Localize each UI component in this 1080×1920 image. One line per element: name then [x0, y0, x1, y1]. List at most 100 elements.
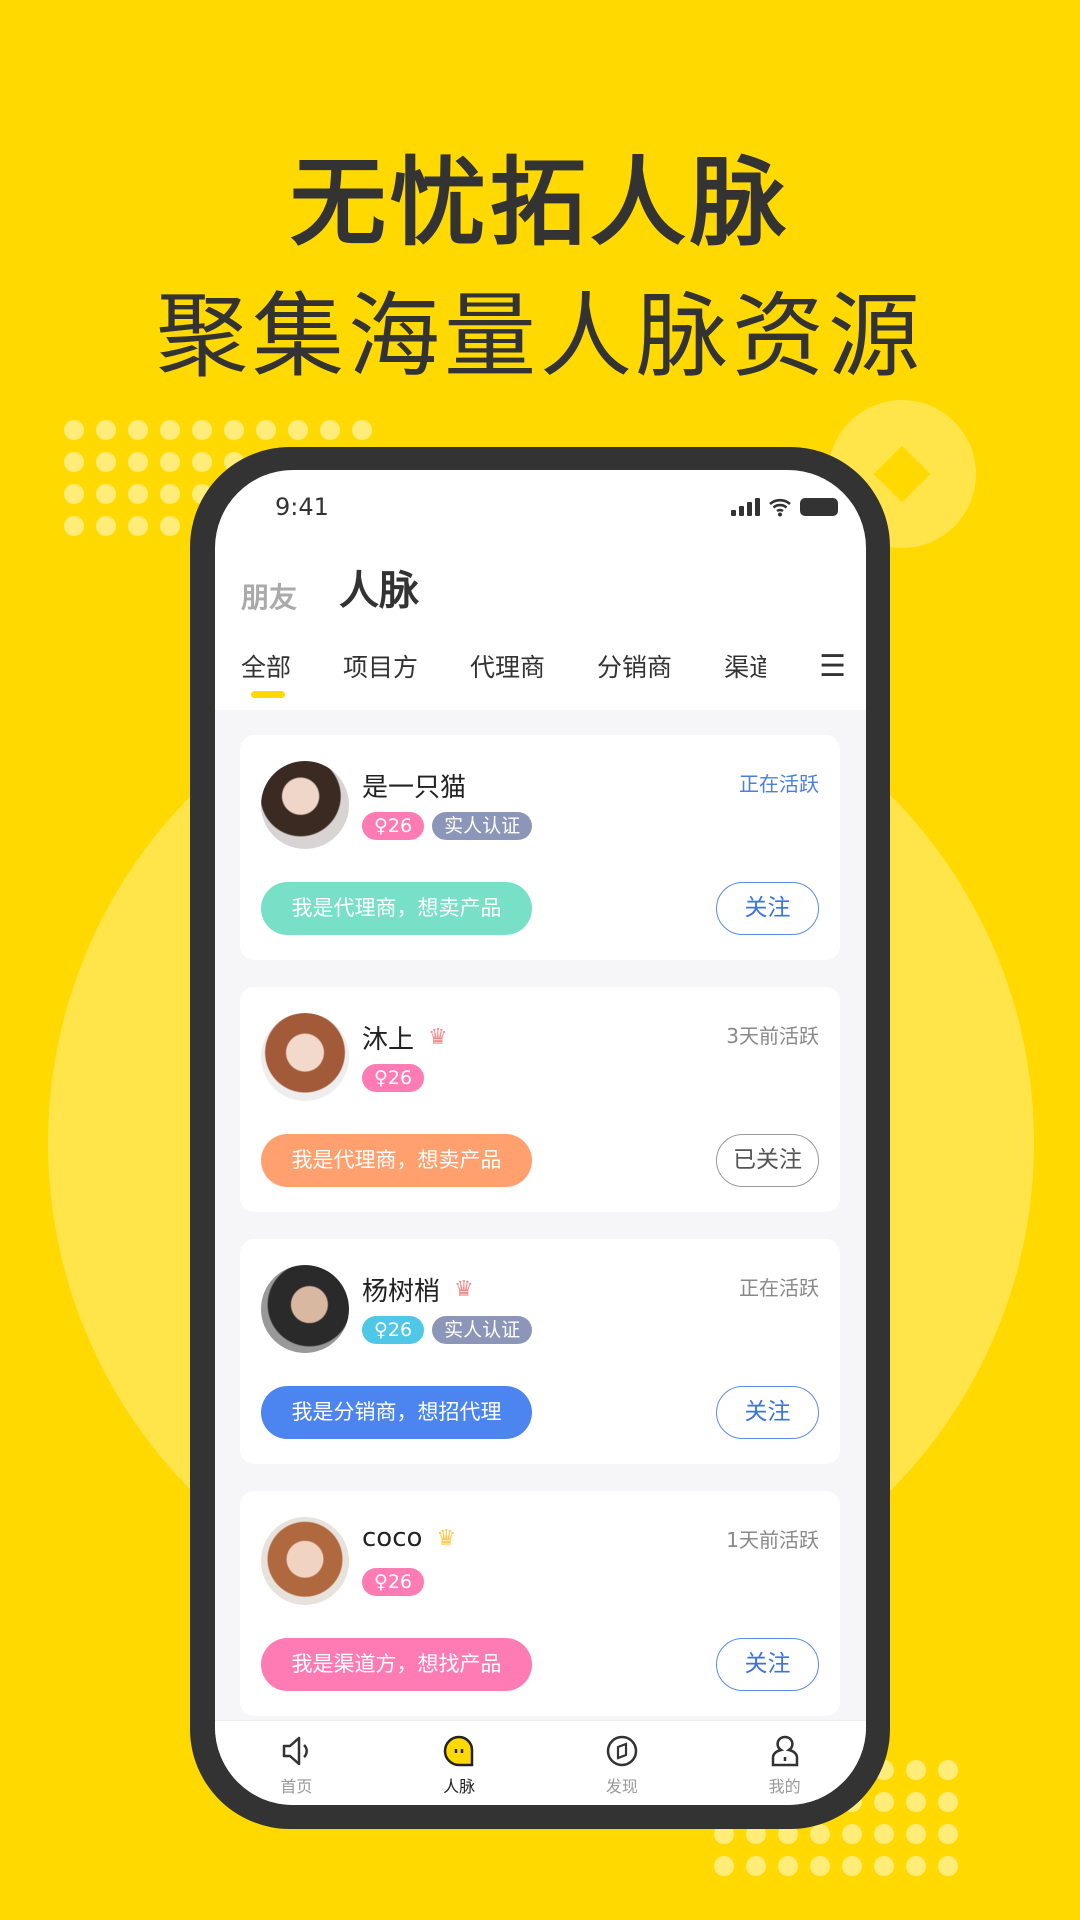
- decor-dot: [160, 420, 180, 440]
- contact-name: 杨树梢: [362, 1277, 441, 1307]
- status-time: 9:41: [275, 493, 329, 521]
- contact-name: coco: [362, 1523, 423, 1553]
- decor-dot: [256, 420, 276, 440]
- nav-contacts[interactable]: 人脉: [378, 1721, 541, 1805]
- follow-button[interactable]: 已关注: [716, 1134, 819, 1187]
- verified-badge: 实人认证: [432, 812, 533, 840]
- contact-card[interactable]: coco ♛ ♀26 1天前活跃 我是渠道方，想找产品 关注: [240, 1491, 840, 1716]
- decor-dot: [96, 420, 116, 440]
- age-badge: ♀26: [362, 812, 425, 840]
- activity-status: 3天前活跃: [726, 1024, 819, 1048]
- decor-dot: [938, 1824, 958, 1844]
- tab-all[interactable]: 全部: [241, 648, 291, 698]
- activity-status: 1天前活跃: [726, 1528, 819, 1552]
- follow-button[interactable]: 关注: [716, 1386, 819, 1439]
- decor-dot: [96, 452, 116, 472]
- decor-dot: [906, 1792, 926, 1812]
- activity-status: 正在活跃: [739, 1276, 819, 1300]
- decor-dot: [842, 1824, 862, 1844]
- contact-name: 是一只猫: [362, 773, 467, 803]
- follow-button[interactable]: 关注: [716, 1638, 819, 1691]
- decor-dot: [160, 516, 180, 536]
- decor-dot: [160, 484, 180, 504]
- crown-icon: ♛: [454, 1277, 474, 1302]
- decor-dot: [810, 1856, 830, 1876]
- status-bar: 9:41: [275, 492, 838, 522]
- speaker-icon: [283, 1736, 309, 1766]
- avatar[interactable]: [261, 1265, 349, 1353]
- wifi-icon: [769, 498, 791, 517]
- decor-dot: [810, 1824, 830, 1844]
- tab-contacts[interactable]: 人脉: [339, 558, 419, 616]
- decor-dot: [128, 516, 148, 536]
- battery-icon: [800, 498, 838, 516]
- follow-button[interactable]: 关注: [716, 882, 819, 935]
- decor-dot: [906, 1760, 926, 1780]
- tab-agent[interactable]: 代理商: [470, 648, 545, 684]
- contact-card[interactable]: 沐上 ♛ ♀26 3天前活跃 我是代理商，想卖产品 已关注: [240, 987, 840, 1212]
- contact-list: 是一只猫 ♀26 实人认证 正在活跃 我是代理商，想卖产品 关注 沐上 ♛ ♀26 …: [215, 710, 866, 1720]
- tab-friends[interactable]: 朋友: [241, 576, 297, 616]
- decor-dot: [64, 420, 84, 440]
- decor-dot: [938, 1792, 958, 1812]
- menu-icon[interactable]: ☰: [819, 649, 846, 684]
- decor-dot: [352, 420, 372, 440]
- tab-distributor[interactable]: 分销商: [597, 648, 672, 684]
- decor-dot: [938, 1856, 958, 1876]
- decor-dot: [128, 420, 148, 440]
- compass-icon: [606, 1735, 638, 1767]
- avatar[interactable]: [261, 1013, 349, 1101]
- headline-title: 无忧拓人脉: [290, 147, 790, 259]
- avatar[interactable]: [261, 761, 349, 849]
- age-badge: ♀26: [362, 1064, 425, 1092]
- category-tabs: 全部 项目方 代理商 分销商 渠道 ☰: [241, 648, 846, 698]
- contact-card[interactable]: 杨树梢 ♛ ♀26 实人认证 正在活跃 我是分销商，想招代理 关注: [240, 1239, 840, 1464]
- contact-card[interactable]: 是一只猫 ♀26 实人认证 正在活跃 我是代理商，想卖产品 关注: [240, 735, 840, 960]
- decor-dot: [906, 1856, 926, 1876]
- decor-dot: [778, 1856, 798, 1876]
- decor-dot: [714, 1856, 734, 1876]
- person-icon: [771, 1735, 798, 1767]
- decor-dot: [64, 452, 84, 472]
- verified-badge: 实人认证: [432, 1316, 533, 1344]
- decor-dot: [746, 1856, 766, 1876]
- decor-dot: [874, 1856, 894, 1876]
- nav-home[interactable]: 首页: [215, 1721, 378, 1805]
- phone-screen: 9:41 朋友 人脉 全部 项目方 代理商 分销商 渠道 ☰ 是一只猫 ♀26 实…: [215, 470, 866, 1805]
- nav-home-label: 首页: [280, 1777, 313, 1796]
- intro-pill: 我是分销商，想招代理: [261, 1386, 532, 1439]
- signal-icon: [731, 498, 760, 516]
- decor-dot: [128, 452, 148, 472]
- decor-dot: [160, 452, 180, 472]
- intro-pill: 我是渠道方，想找产品: [261, 1638, 532, 1691]
- crown-icon: ♛: [428, 1025, 448, 1050]
- decor-dot: [96, 516, 116, 536]
- bottom-nav: 首页 人脉 发现 我的: [215, 1720, 866, 1805]
- headline-subtitle: 聚集海量人脉资源: [155, 283, 924, 390]
- decor-dot: [64, 484, 84, 504]
- age-badge: ♀26: [362, 1568, 425, 1596]
- chat-bubble-icon: [443, 1735, 474, 1767]
- decor-dot: [128, 484, 148, 504]
- decor-dot: [224, 420, 244, 440]
- avatar[interactable]: [261, 1517, 349, 1605]
- intro-pill: 我是代理商，想卖产品: [261, 882, 532, 935]
- decor-dot: [192, 420, 212, 440]
- age-badge: ♀26: [362, 1316, 425, 1344]
- decor-dot: [906, 1824, 926, 1844]
- decor-dot: [874, 1792, 894, 1812]
- nav-profile-label: 我的: [768, 1777, 801, 1796]
- decor-dot: [320, 420, 340, 440]
- tab-channel[interactable]: 渠道: [724, 648, 766, 684]
- activity-status: 正在活跃: [739, 772, 819, 796]
- nav-contacts-label: 人脉: [443, 1777, 476, 1796]
- nav-discover-label: 发现: [605, 1777, 638, 1796]
- decor-dot: [96, 484, 116, 504]
- decor-dot: [288, 420, 308, 440]
- nav-profile[interactable]: 我的: [703, 1721, 866, 1805]
- decor-dot: [192, 452, 212, 472]
- contact-name: 沐上: [362, 1025, 415, 1055]
- intro-pill: 我是代理商，想卖产品: [261, 1134, 532, 1187]
- tab-project[interactable]: 项目方: [343, 648, 418, 684]
- nav-discover[interactable]: 发现: [541, 1721, 704, 1805]
